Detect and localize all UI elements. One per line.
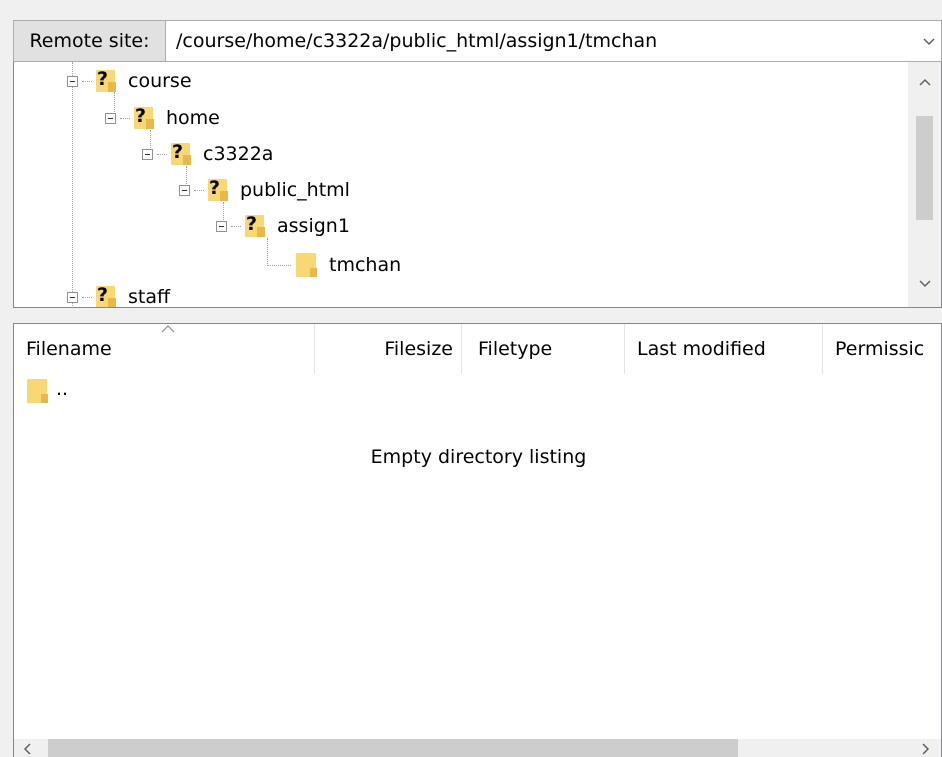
- chevron-down-icon[interactable]: [921, 33, 937, 49]
- unknown-folder-icon: ?: [94, 68, 116, 93]
- tree-connector: [194, 189, 204, 191]
- tree-node-label: public_html: [240, 179, 350, 201]
- list-item-label: ..: [56, 378, 69, 400]
- column-header-permissions[interactable]: Permissic: [823, 324, 941, 374]
- pane-splitter[interactable]: [13, 308, 942, 323]
- remote-file-list[interactable]: Filename Filesize Filetype Last modified…: [13, 323, 942, 757]
- collapse-icon[interactable]: [67, 75, 78, 87]
- list-item-parent-directory[interactable]: ..: [26, 376, 68, 406]
- collapse-icon[interactable]: [216, 220, 227, 232]
- remote-directory-tree[interactable]: ? course ? home ? c3322a ? public_html ?…: [13, 62, 942, 308]
- scroll-thumb[interactable]: [48, 739, 738, 757]
- chevron-up-icon[interactable]: [917, 74, 933, 90]
- tree-connector: [231, 225, 241, 227]
- tree-connector: [120, 117, 130, 119]
- sort-ascending-icon: [161, 325, 175, 333]
- column-header-last-modified[interactable]: Last modified: [625, 324, 823, 374]
- tree-node-label: tmchan: [329, 254, 402, 276]
- unknown-folder-icon: ?: [132, 105, 154, 130]
- chevron-right-icon[interactable]: [919, 742, 931, 756]
- unknown-folder-icon: ?: [169, 141, 191, 166]
- tree-connector: [267, 264, 291, 266]
- scroll-thumb[interactable]: [916, 116, 933, 220]
- collapse-icon[interactable]: [67, 291, 78, 303]
- tree-node-tmchan[interactable]: tmchan: [267, 250, 401, 280]
- list-header: Filename Filesize Filetype Last modified…: [14, 324, 941, 374]
- tree-node-label: c3322a: [203, 143, 274, 165]
- tree-vertical-scrollbar[interactable]: [908, 62, 941, 307]
- remote-site-panel: Remote site: /course/home/c3322a/public_…: [0, 0, 942, 757]
- tree-node-course[interactable]: ? course: [67, 66, 192, 96]
- folder-icon: [295, 252, 317, 278]
- unknown-folder-icon: ?: [206, 177, 228, 202]
- tree-node-label: home: [166, 107, 220, 129]
- remote-path-combobox[interactable]: /course/home/c3322a/public_html/assign1/…: [166, 20, 942, 62]
- tree-node-c3322a[interactable]: ? c3322a: [142, 139, 273, 169]
- collapse-icon[interactable]: [179, 184, 190, 196]
- folder-icon: [26, 378, 48, 404]
- tree-connector: [157, 153, 167, 155]
- column-header-filesize[interactable]: Filesize: [315, 324, 462, 374]
- unknown-folder-icon: ?: [243, 213, 265, 238]
- empty-listing-message: Empty directory listing: [370, 446, 587, 468]
- remote-site-bar: Remote site: /course/home/c3322a/public_…: [13, 20, 942, 62]
- list-horizontal-scrollbar[interactable]: [14, 739, 941, 757]
- tree-node-public-html[interactable]: ? public_html: [179, 175, 350, 205]
- remote-site-label: Remote site:: [13, 20, 166, 62]
- tree-connector: [82, 296, 92, 298]
- tree-node-label: staff: [128, 286, 171, 308]
- tree-node-label: assign1: [277, 215, 350, 237]
- remote-path-input[interactable]: /course/home/c3322a/public_html/assign1/…: [176, 21, 657, 61]
- collapse-icon[interactable]: [142, 148, 153, 160]
- tree-node-staff[interactable]: ? staff: [67, 282, 171, 308]
- tree-connector: [82, 80, 92, 82]
- chevron-down-icon[interactable]: [917, 276, 933, 292]
- column-header-filetype[interactable]: Filetype: [462, 324, 625, 374]
- collapse-icon[interactable]: [105, 112, 116, 124]
- tree-node-home[interactable]: ? home: [105, 103, 220, 133]
- chevron-left-icon[interactable]: [22, 742, 34, 756]
- unknown-folder-icon: ?: [94, 284, 116, 307]
- tree-guide-line: [72, 62, 73, 307]
- tree-node-assign1[interactable]: ? assign1: [216, 211, 350, 241]
- tree-node-label: course: [128, 70, 192, 92]
